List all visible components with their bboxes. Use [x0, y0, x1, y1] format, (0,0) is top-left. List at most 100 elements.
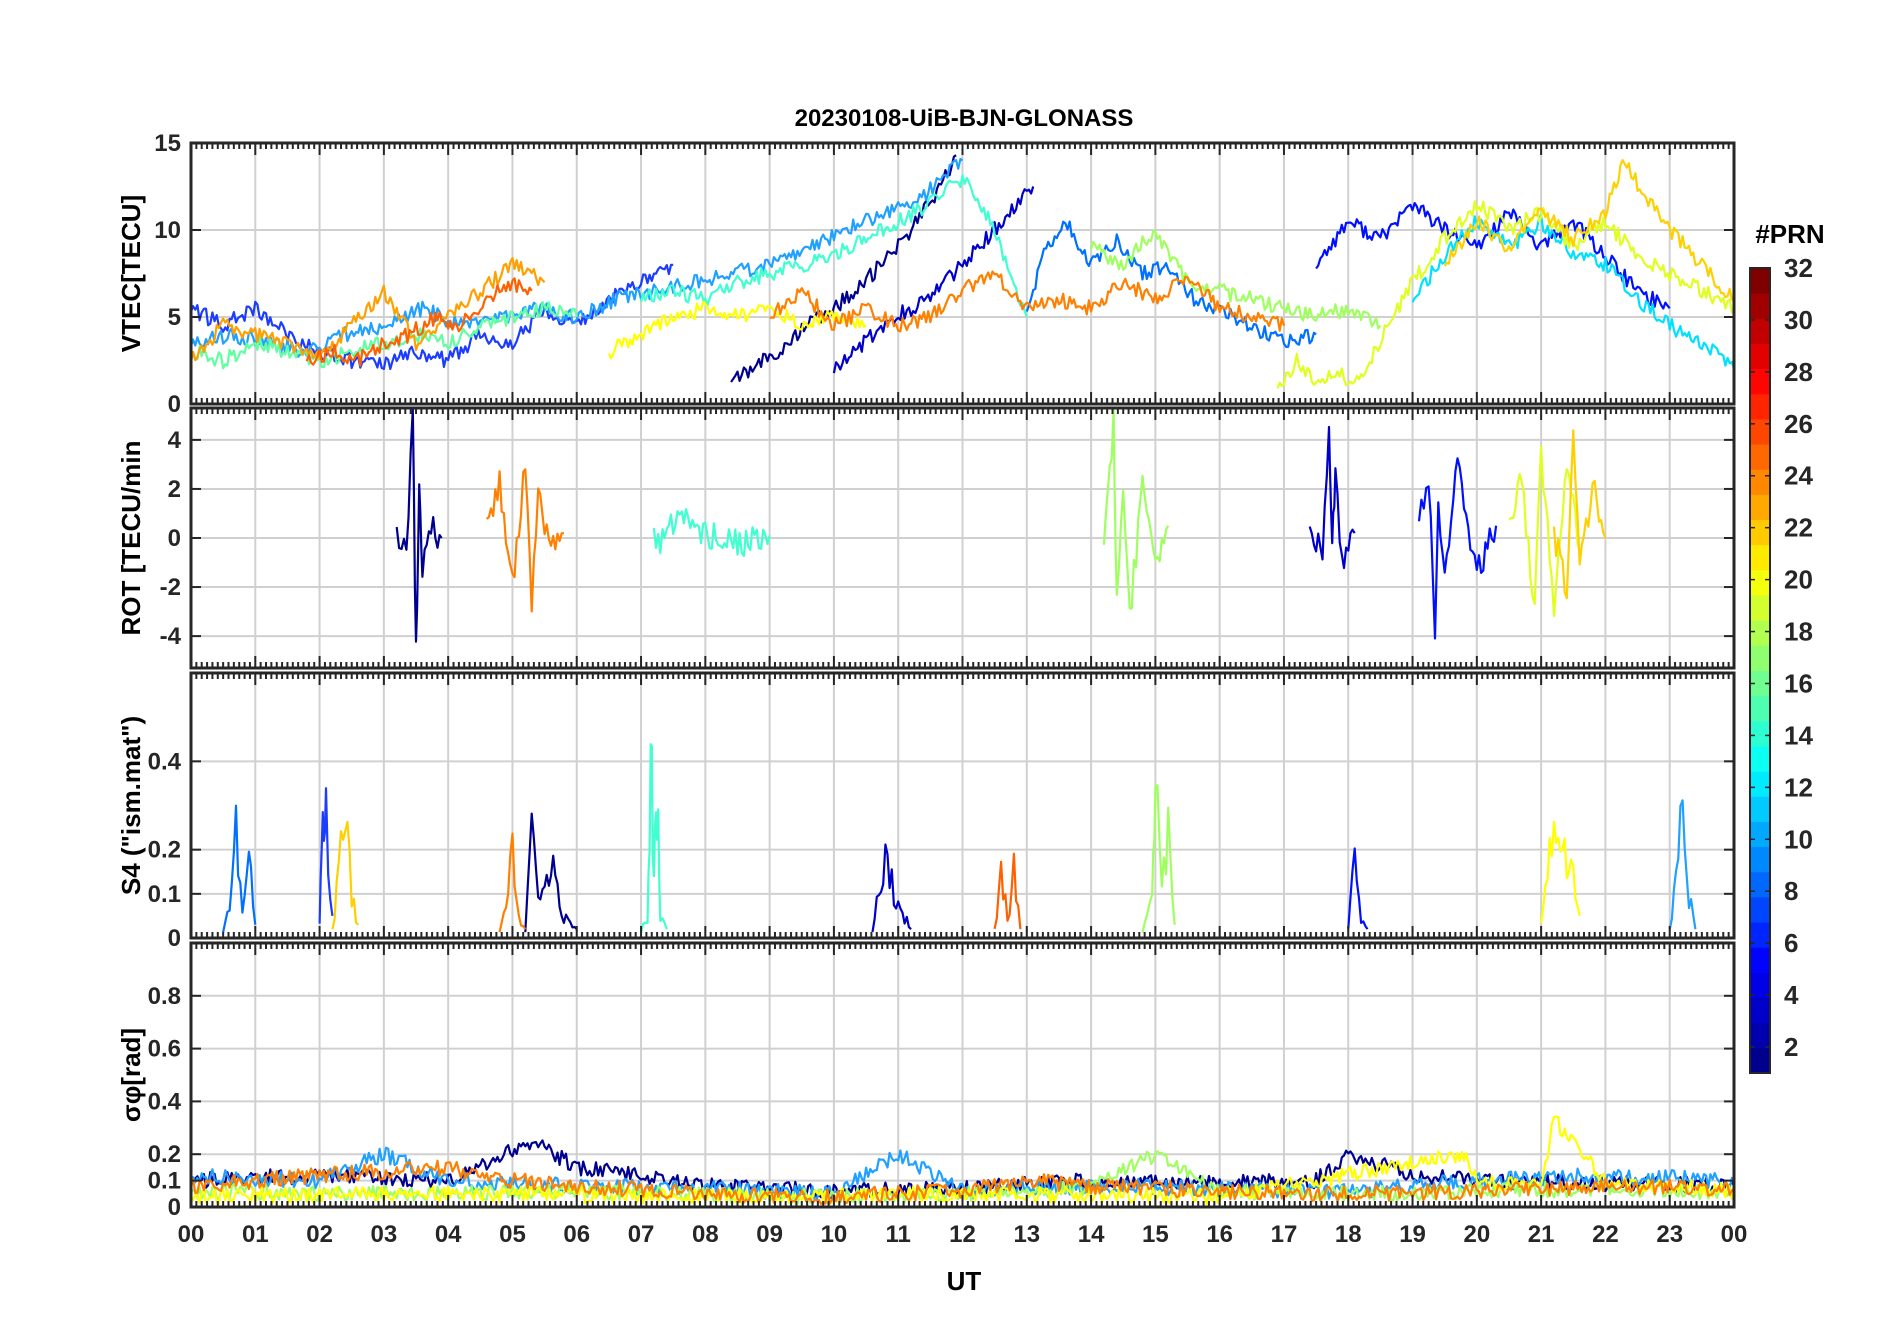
colorbar-tick-label: 22	[1784, 513, 1813, 543]
x-tick-label: 04	[435, 1221, 462, 1248]
panel-VTEC: 0 5 10 15 VTEC[TECU]	[116, 130, 1736, 418]
y-tick-label: 0	[168, 1194, 181, 1221]
x-tick-label: 00	[178, 1221, 205, 1248]
x-tick-label: 09	[756, 1221, 783, 1248]
y-tick-label: 0	[168, 525, 181, 552]
colorbar-band	[1750, 871, 1770, 898]
x-tick-label: 18	[1335, 1221, 1362, 1248]
colorbar-band	[1750, 318, 1770, 344]
colorbar-band	[1750, 720, 1770, 747]
colorbar-band	[1750, 393, 1770, 420]
y-tick-label: 0.1	[148, 1168, 181, 1195]
x-tick-label: 11	[886, 1221, 911, 1248]
y-axis-label: VTEC[TECU]	[116, 195, 146, 352]
colorbar-band	[1750, 896, 1770, 923]
colorbar-band	[1750, 444, 1770, 470]
colorbar-band	[1750, 519, 1770, 546]
colorbar-tick-label: 24	[1784, 461, 1813, 491]
figure: 20230108-UiB-BJN-GLONASS 051015VTEC[TECU…	[0, 0, 1902, 1330]
colorbar-tick-label: 32	[1784, 253, 1813, 283]
colorbar-band	[1750, 595, 1770, 621]
y-tick-label: -4	[160, 623, 182, 650]
colorbar-tick-label: 16	[1784, 668, 1813, 698]
panel-S4: 0 0.1 0.2 0.4S4 ("ism.mat")	[116, 671, 1736, 952]
x-tick-label: 02	[306, 1221, 333, 1248]
colorbar-band	[1750, 821, 1770, 848]
colorbar-band	[1750, 645, 1770, 671]
panel-sigma_phi: 00.10.2 0.4 0.6 0.8σφ[rad]	[116, 941, 1736, 1221]
x-tick-label: 20	[1463, 1221, 1490, 1248]
y-axis-label: S4 ("ism.mat")	[116, 716, 146, 895]
colorbar-band	[1750, 343, 1770, 370]
x-tick-label: 05	[499, 1221, 526, 1248]
y-axis-label: ROT [TECU/min	[116, 441, 146, 636]
colorbar-band	[1750, 796, 1770, 822]
y-axis-label: σφ[rad]	[116, 1028, 146, 1122]
colorbar-band	[1750, 846, 1770, 873]
x-tick-label: 17	[1271, 1221, 1298, 1248]
y-tick-label: 4	[168, 427, 182, 454]
panel-ROT: -4 -2 0 2 4 ROT [TECU/min	[116, 406, 1736, 670]
y-tick-label: 0	[168, 391, 181, 418]
colorbar-tick-label: 2	[1784, 1032, 1798, 1062]
y-tick-label: 0.2	[148, 837, 181, 864]
colorbar-tick-label: 26	[1784, 409, 1813, 439]
colorbar-tick-label: 20	[1784, 565, 1813, 595]
y-tick-label: 0	[168, 925, 181, 952]
x-tick-label: 15	[1142, 1221, 1169, 1248]
colorbar-band	[1750, 997, 1770, 1024]
x-tick-label: 01	[242, 1221, 269, 1248]
y-tick-label: 0.4	[148, 748, 182, 775]
y-tick-label: 0.4	[148, 1088, 182, 1115]
colorbar-band	[1750, 947, 1770, 973]
x-tick-label: 07	[628, 1221, 655, 1248]
colorbar-band	[1750, 771, 1770, 797]
x-tick-label: 00	[1721, 1221, 1748, 1248]
y-tick-label: 15	[154, 130, 181, 157]
y-tick-label: 0.2	[148, 1141, 181, 1168]
colorbar-band	[1750, 469, 1770, 495]
x-axis-label: UT	[947, 1266, 982, 1296]
x-tick-label: 22	[1592, 1221, 1619, 1248]
y-tick-label: 2	[168, 476, 181, 503]
panels: 051015VTEC[TECU]-4-2024ROT [TECU/min00.1…	[116, 130, 1736, 1221]
colorbar-tick-label: 4	[1784, 980, 1799, 1010]
x-tick-label: 16	[1206, 1221, 1233, 1248]
x-tick-label: 12	[949, 1221, 976, 1248]
colorbar-band	[1750, 745, 1770, 772]
colorbar-tick-label: 14	[1784, 720, 1813, 750]
colorbar-band	[1750, 494, 1770, 521]
colorbar-tick-label: 28	[1784, 357, 1813, 387]
y-tick-label: 0.6	[148, 1036, 181, 1063]
y-tick-label: 0.1	[148, 881, 181, 908]
x-tick-label: 23	[1656, 1221, 1683, 1248]
colorbar-band	[1750, 293, 1770, 319]
colorbar-tick-label: 12	[1784, 772, 1813, 802]
x-tick-label: 03	[371, 1221, 398, 1248]
x-tick-label: 08	[692, 1221, 719, 1248]
colorbar-band	[1750, 569, 1770, 596]
colorbar-tick-label: 8	[1784, 876, 1798, 906]
y-tick-label: 5	[168, 304, 181, 331]
colorbar-band	[1750, 268, 1770, 294]
colorbar-band	[1750, 1047, 1770, 1074]
x-tick-label: 21	[1528, 1221, 1555, 1248]
x-tick-label: 06	[563, 1221, 590, 1248]
colorbar-band	[1750, 544, 1770, 571]
x-tick-label: 14	[1078, 1221, 1105, 1248]
colorbar-band	[1750, 695, 1770, 722]
y-tick-label: 0.8	[148, 983, 181, 1010]
colorbar-tick-label: 6	[1784, 928, 1798, 958]
colorbar-label: #PRN	[1755, 219, 1824, 249]
y-tick-label: -2	[160, 574, 181, 601]
colorbar-band	[1750, 972, 1770, 999]
colorbar-tick-label: 18	[1784, 617, 1813, 647]
x-tick-label: 10	[821, 1221, 848, 1248]
x-tick-label: 19	[1399, 1221, 1426, 1248]
y-tick-label: 10	[154, 217, 181, 244]
x-tick-label: 13	[1013, 1221, 1040, 1248]
colorbar-band	[1750, 620, 1770, 646]
figure-title: 20230108-UiB-BJN-GLONASS	[795, 105, 1134, 132]
colorbar-band	[1750, 418, 1770, 445]
colorbar-band	[1750, 1022, 1770, 1049]
